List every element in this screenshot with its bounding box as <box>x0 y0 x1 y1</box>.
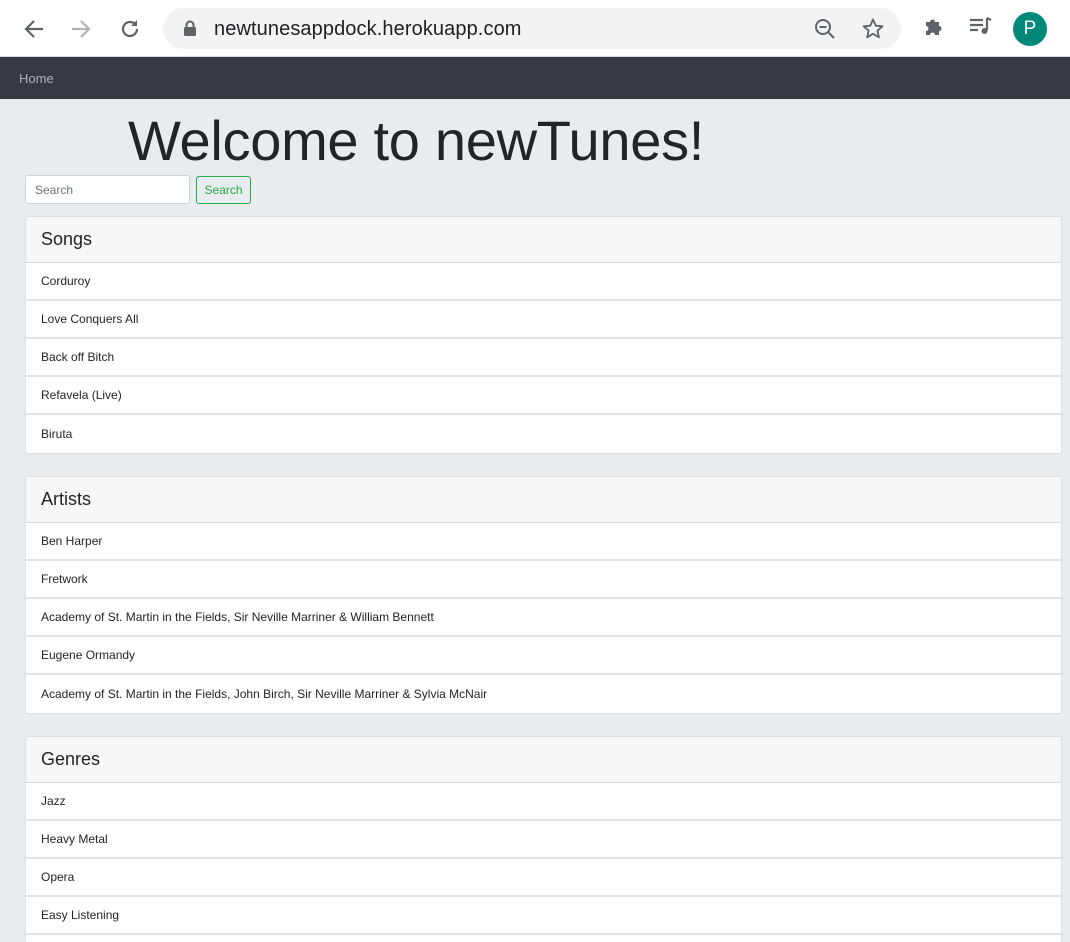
nav-home-link[interactable]: Home <box>19 71 54 86</box>
artists-heading: Artists <box>41 489 92 509</box>
browser-toolbar: newtunesappdock.herokuapp.com P <box>0 0 1070 57</box>
genre-item[interactable]: Opera <box>26 859 1061 897</box>
artist-item[interactable]: Fretwork <box>26 561 1061 599</box>
forward-button[interactable] <box>64 12 98 46</box>
artists-card-header: Artists <box>26 477 1061 523</box>
song-item[interactable]: Refavela (Live) <box>26 377 1061 415</box>
extensions-puzzle-icon[interactable] <box>922 15 946 39</box>
forward-arrow-icon <box>72 20 91 38</box>
artist-item[interactable]: Ben Harper <box>26 523 1061 561</box>
song-item[interactable]: Love Conquers All <box>26 301 1061 339</box>
artist-item[interactable]: Academy of St. Martin in the Fields, Joh… <box>26 675 1061 713</box>
songs-card-header: Songs <box>26 217 1061 263</box>
song-item[interactable]: Back off Bitch <box>26 339 1061 377</box>
reload-button[interactable] <box>113 12 147 46</box>
genre-item[interactable]: Easy Listening <box>26 897 1061 935</box>
back-button[interactable] <box>17 12 51 46</box>
search-input[interactable] <box>25 175 190 204</box>
song-item[interactable]: Corduroy <box>26 263 1061 301</box>
reload-icon <box>121 20 139 38</box>
page-title: Welcome to newTunes! <box>128 109 705 172</box>
zoom-out-icon[interactable] <box>813 17 837 41</box>
genres-card-header: Genres <box>26 737 1061 783</box>
back-arrow-icon <box>24 20 43 38</box>
lock-icon[interactable] <box>183 20 197 37</box>
genres-heading: Genres <box>41 749 101 769</box>
site-navbar: Home <box>0 57 1070 99</box>
genre-item[interactable]: Heavy Metal <box>26 821 1061 859</box>
artists-card: Artists Ben Harper Fretwork Academy of S… <box>25 476 1062 714</box>
bookmark-star-icon[interactable] <box>861 17 885 41</box>
songs-heading: Songs <box>41 229 93 249</box>
search-button[interactable]: Search <box>196 176 251 204</box>
genres-card: Genres Jazz Heavy Metal Opera Easy Liste… <box>25 736 1062 942</box>
genre-item[interactable]: Jazz <box>26 783 1061 821</box>
url-text[interactable]: newtunesappdock.herokuapp.com <box>214 18 522 41</box>
profile-avatar[interactable]: P <box>1013 12 1047 46</box>
song-item[interactable]: Biruta <box>26 415 1061 453</box>
artist-item[interactable]: Eugene Ormandy <box>26 637 1061 675</box>
address-bar[interactable]: newtunesappdock.herokuapp.com <box>163 8 901 49</box>
songs-card: Songs Corduroy Love Conquers All Back of… <box>25 216 1062 454</box>
media-queue-icon[interactable] <box>968 15 994 39</box>
artist-item[interactable]: Academy of St. Martin in the Fields, Sir… <box>26 599 1061 637</box>
